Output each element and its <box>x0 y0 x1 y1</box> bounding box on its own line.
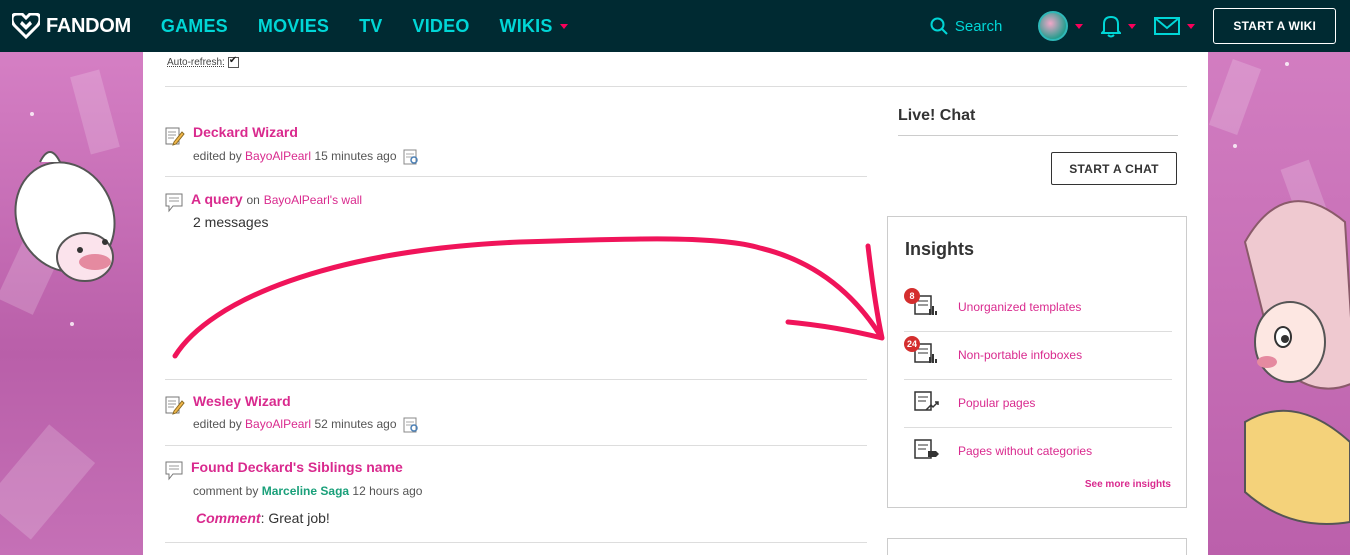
nav-link-tv[interactable]: TV <box>359 16 382 37</box>
rail-module <box>887 538 1187 555</box>
start-a-wiki-button[interactable]: START A WIKI <box>1213 8 1336 44</box>
tag-document-icon <box>914 439 939 459</box>
chevron-down-icon <box>1075 23 1084 29</box>
background-right-art <box>1205 52 1350 555</box>
chevron-down-icon <box>1128 23 1137 29</box>
activity-user-link[interactable]: BayoAlPearl <box>245 417 311 431</box>
edit-pencil-icon <box>165 127 185 146</box>
comment-icon <box>165 193 183 213</box>
insights-item-pages-without-categories[interactable]: Pages without categories <box>904 427 1172 475</box>
divider <box>165 176 867 177</box>
fandom-logo[interactable]: FANDOM <box>12 13 131 39</box>
nav-links: GAMES MOVIES TV VIDEO WIKIS <box>161 16 598 37</box>
auto-refresh-label: Auto-refresh: <box>167 57 225 68</box>
activity-on-label: on <box>246 193 260 207</box>
chevron-down-icon <box>559 23 568 29</box>
global-navigation: FANDOM GAMES MOVIES TV VIDEO WIKIS Searc… <box>0 0 1350 52</box>
activity-meta: edited by BayoAlPearl 15 minutes ago <box>193 149 419 165</box>
search-label: Search <box>954 17 1003 35</box>
insights-item-label: Non-portable infoboxes <box>958 348 1083 362</box>
activity-user-link[interactable]: Marceline Saga <box>262 484 349 498</box>
notifications-button[interactable] <box>1101 14 1137 38</box>
activity-comment: Comment: Great job! <box>196 510 330 526</box>
activity-time: 12 hours ago <box>352 484 423 498</box>
auto-refresh-checkbox[interactable] <box>227 55 239 68</box>
main-content: Auto-refresh: Deckard Wizard edited by B… <box>143 52 1208 555</box>
activity-title-link[interactable]: Deckard Wizard <box>193 124 298 140</box>
nav-link-games[interactable]: GAMES <box>161 16 228 37</box>
live-chat-title: Live! Chat <box>898 107 976 124</box>
nav-right: Search START A WIKI <box>930 8 1336 44</box>
cat-illustration <box>14 151 116 282</box>
activity-title-wrap: A query on BayoAlPearl's wall <box>191 191 362 207</box>
see-more-insights-link[interactable]: See more insights <box>1085 479 1171 490</box>
background-left-art <box>0 52 145 555</box>
insights-item-unorganized-templates[interactable]: 8 Unorganized templates <box>904 283 1172 331</box>
activity-user-link[interactable]: BayoAlPearl <box>245 149 311 163</box>
activity-item: Deckard Wizard edited by BayoAlPearl 15 … <box>165 124 867 174</box>
comment-icon <box>165 461 183 481</box>
nav-link-video[interactable]: VIDEO <box>413 16 470 37</box>
nav-link-wikis[interactable]: WIKIS <box>500 16 568 37</box>
girl-illustration <box>1243 200 1350 525</box>
insights-item-popular-pages[interactable]: Popular pages <box>904 379 1172 427</box>
activity-meta-prefix: edited by <box>193 417 242 432</box>
search-icon <box>930 17 948 35</box>
nav-link-wikis-label: WIKIS <box>499 15 553 36</box>
fandom-heart-icon <box>12 13 40 39</box>
divider <box>165 86 1187 87</box>
search-button[interactable]: Search <box>930 17 1003 35</box>
activity-title-link[interactable]: Found Deckard's Siblings name <box>191 459 403 475</box>
divider <box>165 445 867 446</box>
insights-item-label: Popular pages <box>958 396 1036 410</box>
chevron-down-icon <box>1187 23 1196 29</box>
envelope-icon <box>1154 17 1181 35</box>
auto-refresh: Auto-refresh: <box>167 55 239 68</box>
comment-label: Comment <box>196 510 261 526</box>
activity-wall-link[interactable]: BayoAlPearl's wall <box>264 193 362 207</box>
fandom-wordmark: FANDOM <box>46 14 131 37</box>
diff-icon[interactable] <box>403 417 419 433</box>
comment-text: : Great job! <box>260 510 330 526</box>
insights-item-non-portable-infoboxes[interactable]: 24 Non-portable infoboxes <box>904 331 1172 379</box>
user-menu[interactable] <box>1038 11 1084 41</box>
count-badge: 24 <box>904 336 921 352</box>
messages-button[interactable] <box>1154 16 1196 36</box>
bell-icon <box>1101 15 1122 38</box>
activity-meta: comment by Marceline Saga 12 hours ago <box>193 484 422 498</box>
diff-icon[interactable] <box>403 149 419 165</box>
activity-time: 52 minutes ago <box>314 417 397 432</box>
divider <box>165 379 867 380</box>
activity-item: Wesley Wizard edited by BayoAlPearl 52 m… <box>165 393 867 443</box>
avatar <box>1038 11 1069 41</box>
divider <box>165 542 867 543</box>
activity-time: 15 minutes ago <box>314 149 397 164</box>
nav-link-movies[interactable]: MOVIES <box>258 16 329 37</box>
start-a-chat-button[interactable]: START A CHAT <box>1051 152 1177 185</box>
live-chat-module: Live! Chat <box>898 107 1178 125</box>
insights-item-label: Unorganized templates <box>958 300 1082 314</box>
insights-item-label: Pages without categories <box>958 444 1093 458</box>
edit-pencil-icon <box>165 396 185 415</box>
activity-title-link[interactable]: Wesley Wizard <box>193 393 291 409</box>
activity-meta-prefix: edited by <box>193 149 242 164</box>
activity-meta-prefix: comment by <box>193 484 259 498</box>
activity-meta: edited by BayoAlPearl 52 minutes ago <box>193 417 419 433</box>
count-badge: 8 <box>904 288 920 304</box>
activity-item: Found Deckard's Siblings name comment by… <box>165 459 867 539</box>
insights-module: Insights 8 Unorganized templates 24 Non-… <box>887 216 1187 508</box>
activity-messages: 2 messages <box>193 214 269 230</box>
activity-item: A query on BayoAlPearl's wall 2 messages <box>165 191 867 231</box>
divider <box>898 135 1178 136</box>
insights-title: Insights <box>905 239 975 259</box>
trending-document-icon <box>914 391 939 411</box>
activity-title-link[interactable]: A query <box>191 191 243 207</box>
